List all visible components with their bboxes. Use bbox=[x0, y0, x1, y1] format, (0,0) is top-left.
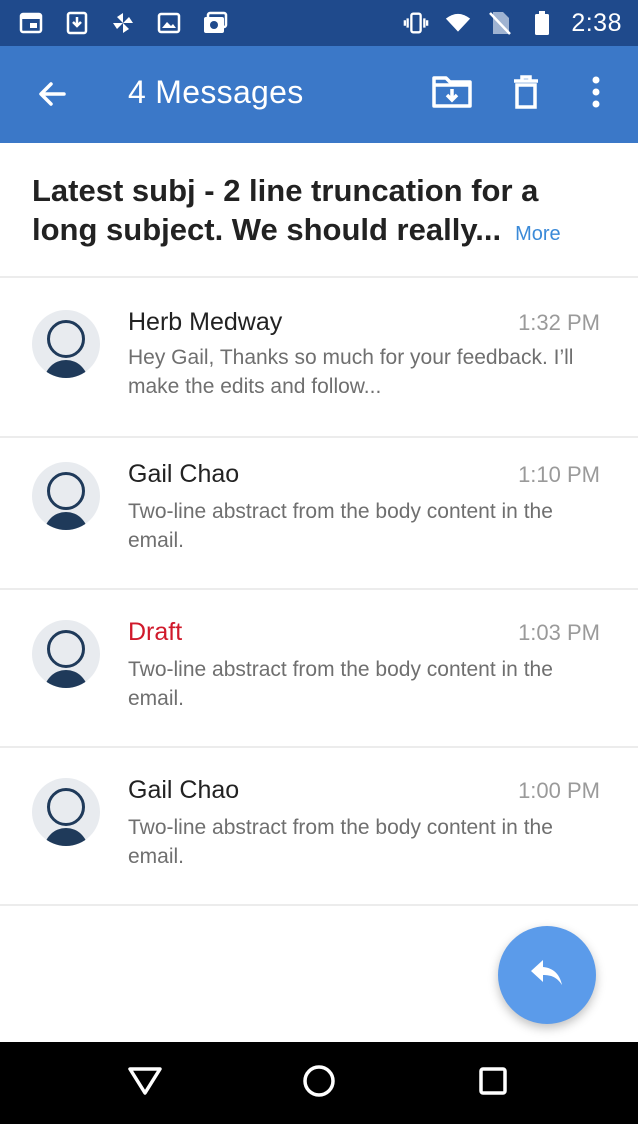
more-link[interactable]: More bbox=[515, 223, 561, 245]
message-time: 1:00 PM bbox=[518, 778, 600, 803]
message-sender: Gail Chao bbox=[128, 776, 240, 804]
image-icon bbox=[156, 10, 182, 36]
more-options-button[interactable] bbox=[572, 70, 620, 118]
download-icon bbox=[64, 10, 90, 36]
message-abstract: Two-line abstract from the body content … bbox=[128, 816, 553, 868]
recents-square-icon bbox=[478, 1066, 508, 1101]
avatar bbox=[32, 778, 100, 846]
message-time: 1:10 PM bbox=[518, 462, 600, 487]
avatar bbox=[32, 462, 100, 530]
subject-text: Latest subj - 2 line truncation for a lo… bbox=[32, 173, 539, 247]
window-icon bbox=[18, 10, 44, 36]
conversation-subject-block: Latest subj - 2 line truncation for a lo… bbox=[0, 143, 638, 278]
message-sender: Herb Medway bbox=[128, 308, 283, 336]
page-title: 4 Messages bbox=[128, 74, 304, 110]
nav-recents-button[interactable] bbox=[470, 1060, 516, 1106]
message-sender: Gail Chao bbox=[128, 460, 240, 488]
message-time: 1:32 PM bbox=[518, 310, 600, 335]
draft-label: Draft bbox=[128, 618, 183, 646]
message-item-draft[interactable]: Draft 1:03 PM Two-line abstract from the… bbox=[0, 590, 638, 748]
wifi-icon bbox=[445, 10, 471, 36]
message-abstract: Two-line abstract from the body content … bbox=[128, 658, 553, 710]
trash-icon bbox=[512, 74, 540, 114]
message-abstract: Hey Gail, Thanks so much for your feedba… bbox=[128, 346, 574, 398]
move-to-folder-icon bbox=[431, 74, 473, 115]
message-item[interactable]: Gail Chao 1:00 PM Two-line abstract from… bbox=[0, 748, 638, 906]
reply-button[interactable] bbox=[498, 926, 596, 1024]
arrow-left-icon bbox=[36, 78, 68, 115]
status-bar-system: 2:38 bbox=[403, 9, 622, 38]
status-bar: 2:38 bbox=[0, 0, 638, 46]
message-item[interactable]: Herb Medway 1:32 PM Hey Gail, Thanks so … bbox=[0, 280, 638, 438]
back-button[interactable] bbox=[30, 74, 74, 118]
pinwheel-icon bbox=[110, 10, 136, 36]
nav-home-button[interactable] bbox=[296, 1060, 342, 1106]
no-sim-icon bbox=[487, 10, 513, 36]
message-item[interactable]: Gail Chao 1:10 PM Two-line abstract from… bbox=[0, 432, 638, 590]
nav-back-button[interactable] bbox=[122, 1060, 168, 1106]
avatar bbox=[32, 620, 100, 688]
status-bar-notifications bbox=[18, 10, 228, 36]
more-vert-icon bbox=[591, 76, 601, 113]
app-bar: 4 Messages bbox=[0, 46, 638, 143]
avatar bbox=[32, 310, 100, 378]
delete-button[interactable] bbox=[502, 70, 550, 118]
battery-icon bbox=[529, 10, 555, 36]
back-triangle-icon bbox=[127, 1066, 163, 1101]
message-abstract: Two-line abstract from the body content … bbox=[128, 500, 553, 552]
conversation-subject: Latest subj - 2 line truncation for a lo… bbox=[32, 171, 592, 254]
vibrate-icon bbox=[403, 10, 429, 36]
message-time: 1:03 PM bbox=[518, 620, 600, 645]
photo-stack-icon bbox=[202, 10, 228, 36]
system-nav-bar bbox=[0, 1042, 638, 1124]
home-circle-icon bbox=[302, 1064, 336, 1103]
reply-icon bbox=[529, 958, 565, 993]
move-to-folder-button[interactable] bbox=[428, 70, 476, 118]
status-time: 2:38 bbox=[571, 8, 622, 37]
